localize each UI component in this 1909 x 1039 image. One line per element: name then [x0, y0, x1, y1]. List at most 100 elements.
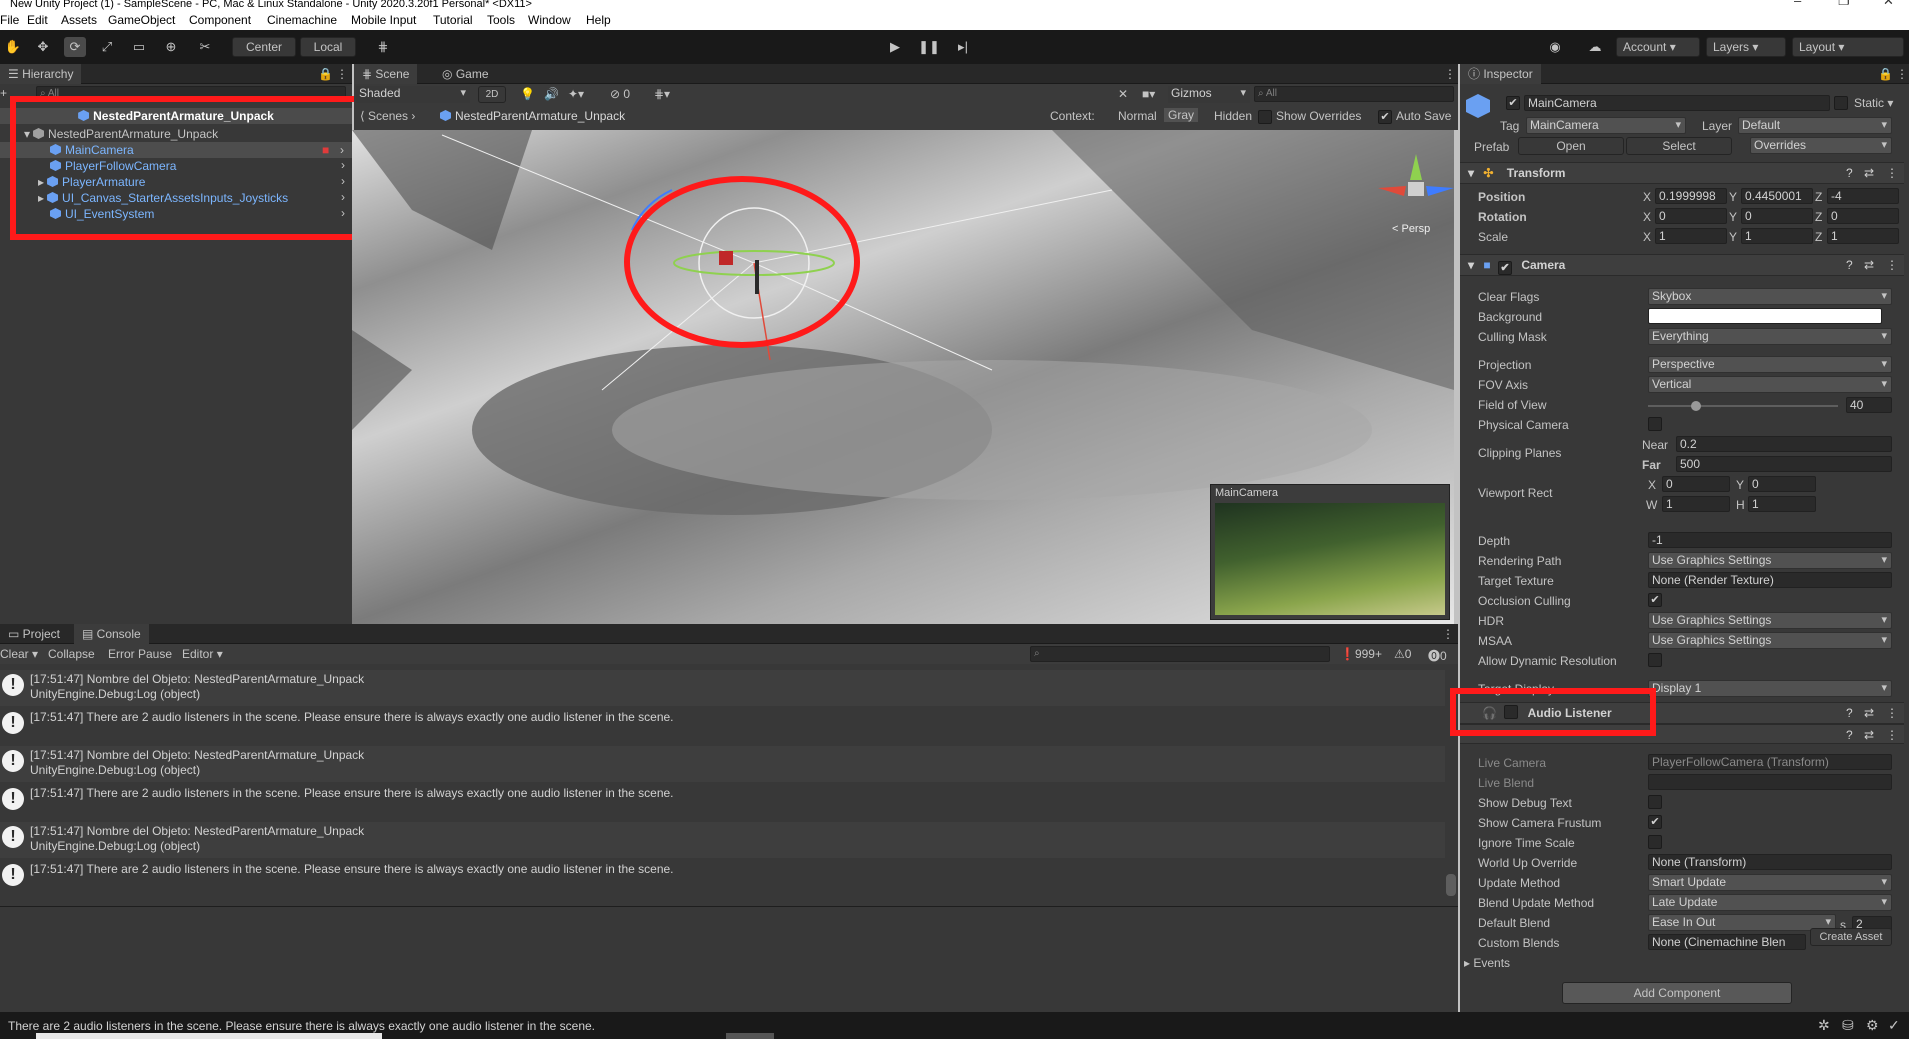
more-menu-icon[interactable]: ⋮	[1442, 627, 1454, 641]
tab-console[interactable]: ▤ Console	[74, 624, 149, 644]
object-name-field[interactable]: MainCamera	[1524, 95, 1830, 111]
grid-icon[interactable]: ⋕▾	[654, 87, 670, 101]
hdr-dropdown[interactable]: Use Graphics Settings	[1648, 612, 1892, 629]
rendering-path-dropdown[interactable]: Use Graphics Settings	[1648, 552, 1892, 569]
ignore-time-scale-checkbox[interactable]	[1648, 835, 1662, 849]
layer-dropdown[interactable]: Default	[1738, 117, 1892, 134]
occlusion-culling-checkbox[interactable]: ✔	[1648, 593, 1662, 607]
slider-thumb[interactable]	[1690, 401, 1701, 411]
error-pause-button[interactable]: Error Pause	[108, 647, 172, 661]
position-z-field[interactable]: -4	[1827, 188, 1899, 204]
editor-dropdown[interactable]: Editor ▾	[182, 647, 223, 661]
lighting-icon[interactable]: 💡	[520, 87, 535, 101]
show-debug-text-checkbox[interactable]	[1648, 795, 1662, 809]
play-button[interactable]: ▶	[884, 37, 906, 57]
blend-update-method-dropdown[interactable]: Late Update	[1648, 894, 1892, 911]
viewport-h-field[interactable]: 1	[1748, 496, 1816, 512]
field-of-view-field[interactable]: 40	[1846, 397, 1892, 413]
far-field[interactable]: 500	[1676, 456, 1892, 472]
tab-project[interactable]: ▭ Project	[0, 624, 68, 644]
transform-tool-icon[interactable]: ⊕	[160, 37, 182, 57]
shading-dropdown[interactable]: Shaded	[356, 86, 470, 103]
more-menu-icon[interactable]: ⋮	[336, 67, 348, 81]
close-icon[interactable]: ✕	[1883, 0, 1894, 7]
baking-icon[interactable]: ⚙	[1866, 1017, 1879, 1034]
account-dropdown[interactable]: Account ▾	[1616, 37, 1700, 57]
menu-window[interactable]: Window	[528, 13, 571, 27]
prefab-overrides-dropdown[interactable]: Overrides	[1750, 137, 1892, 154]
culling-mask-dropdown[interactable]: Everything	[1648, 328, 1892, 345]
minimize-icon[interactable]: –	[1794, 0, 1801, 7]
menu-edit[interactable]: Edit	[27, 13, 48, 27]
menu-tutorial[interactable]: Tutorial	[433, 13, 473, 27]
active-checkbox[interactable]: ✔	[1506, 96, 1520, 110]
notification-icon[interactable]: ✓	[1888, 1017, 1900, 1034]
breadcrumb-prefab[interactable]: NestedParentArmature_Unpack	[440, 109, 625, 123]
show-overrides-checkbox[interactable]	[1258, 110, 1272, 124]
hand-tool-icon[interactable]: ✋	[2, 37, 24, 57]
more-menu-icon[interactable]: ⋮	[1886, 163, 1898, 183]
2d-toggle[interactable]: 2D	[478, 86, 506, 103]
add-component-button[interactable]: Add Component	[1562, 982, 1792, 1004]
tab-scene[interactable]: ⋕ Scene	[354, 64, 418, 84]
target-texture-field[interactable]: None (Render Texture)	[1648, 572, 1892, 588]
tag-dropdown[interactable]: MainCamera	[1526, 117, 1686, 134]
cloud-icon[interactable]: ☁	[1584, 37, 1606, 57]
custom-tool-icon[interactable]: ✂	[194, 37, 216, 57]
grid-snap-icon[interactable]: ⋕	[372, 37, 394, 57]
default-blend-dropdown[interactable]: Ease In Out	[1648, 914, 1836, 931]
static-dropdown[interactable]: Static ▾	[1854, 96, 1893, 110]
msaa-dropdown[interactable]: Use Graphics Settings	[1648, 632, 1892, 649]
live-blend-field[interactable]	[1648, 774, 1892, 790]
log-count-toggle[interactable]: ❗999+	[1340, 647, 1382, 661]
layers-dropdown[interactable]: Layers ▾	[1706, 37, 1786, 57]
pause-button[interactable]: ❚❚	[918, 37, 940, 57]
custom-blends-field[interactable]: None (Cinemachine Blen	[1648, 934, 1806, 950]
tools-icon[interactable]: ✕	[1118, 87, 1128, 101]
position-x-field[interactable]: 0.1999998	[1655, 188, 1727, 204]
console-search-input[interactable]: ⌕	[1030, 646, 1330, 662]
viewport-y-field[interactable]: 0	[1748, 476, 1816, 492]
scene-search-input[interactable]: ⌕ All	[1254, 86, 1454, 102]
viewport-x-field[interactable]: 0	[1662, 476, 1730, 492]
physical-camera-checkbox[interactable]	[1648, 417, 1662, 431]
audio-icon[interactable]: 🔊	[544, 87, 559, 101]
update-method-dropdown[interactable]: Smart Update	[1648, 874, 1892, 891]
tab-inspector[interactable]: ⓘ Inspector	[1460, 64, 1541, 84]
fov-axis-dropdown[interactable]: Vertical	[1648, 376, 1892, 393]
menu-cinemachine[interactable]: Cinemachine	[267, 13, 337, 27]
show-camera-frustum-checkbox[interactable]: ✔	[1648, 815, 1662, 829]
rotate-tool-icon[interactable]: ⟳	[64, 37, 86, 57]
menu-component[interactable]: Component	[189, 13, 251, 27]
rotation-y-field[interactable]: 0	[1741, 208, 1813, 224]
preset-icon[interactable]: ⇄	[1864, 163, 1874, 183]
error-count-toggle[interactable]: ⓿0	[1428, 647, 1447, 664]
scale-tool-icon[interactable]: ⤢	[96, 37, 118, 57]
live-camera-field[interactable]: PlayerFollowCamera (Transform)	[1648, 754, 1892, 770]
events-foldout[interactable]: ▸ Events	[1464, 956, 1510, 970]
auto-save-checkbox[interactable]: ✔	[1378, 110, 1392, 124]
clear-flags-dropdown[interactable]: Skybox	[1648, 288, 1892, 305]
help-icon[interactable]: ?	[1846, 255, 1853, 275]
more-menu-icon[interactable]: ⋮	[1886, 255, 1898, 275]
field-of-view-slider[interactable]: 40	[1648, 397, 1892, 414]
camera-icon[interactable]: ■▾	[1142, 87, 1155, 101]
depth-field[interactable]: -1	[1648, 532, 1892, 548]
console-log-row[interactable]: ! [17:51:47] There are 2 audio listeners…	[0, 860, 1445, 896]
console-log-row[interactable]: ! [17:51:47] There are 2 audio listeners…	[0, 784, 1445, 820]
lock-icon[interactable]: 🔒	[1878, 67, 1893, 81]
console-log-row[interactable]: ! [17:51:47] Nombre del Objeto: NestedPa…	[0, 670, 1445, 706]
preset-icon[interactable]: ⇄	[1864, 703, 1874, 723]
console-log-row[interactable]: ! [17:51:47] Nombre del Objeto: NestedPa…	[0, 746, 1445, 782]
foldout-arrow-icon[interactable]: ▾	[1468, 258, 1474, 272]
rotation-z-field[interactable]: 0	[1827, 208, 1899, 224]
persp-label[interactable]: < Persp	[1392, 223, 1430, 235]
world-up-override-field[interactable]: None (Transform)	[1648, 854, 1892, 870]
rotation-x-field[interactable]: 0	[1655, 208, 1727, 224]
breadcrumb-scenes[interactable]: ⟨ Scenes ›	[360, 109, 415, 123]
menu-assets[interactable]: Assets	[61, 13, 97, 27]
scale-y-field[interactable]: 1	[1741, 228, 1813, 244]
context-normal-button[interactable]: Normal	[1118, 109, 1157, 123]
prefab-select-button[interactable]: Select	[1626, 137, 1732, 155]
help-icon[interactable]: ?	[1846, 163, 1853, 183]
